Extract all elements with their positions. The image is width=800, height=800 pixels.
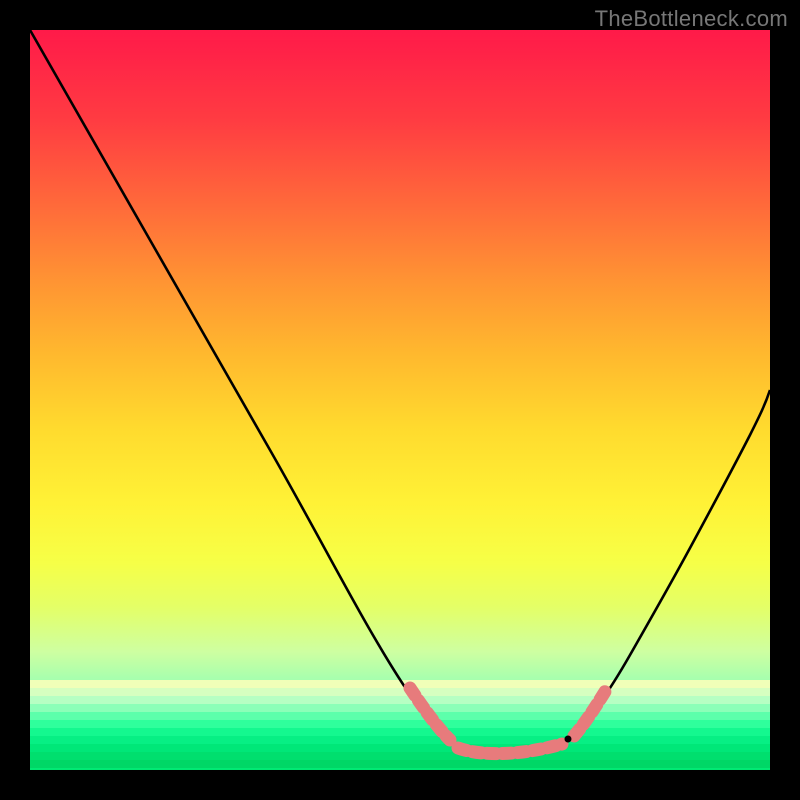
highlight-right-icon <box>574 690 606 736</box>
bottleneck-curve <box>30 30 770 754</box>
chart-svg <box>30 30 770 770</box>
highlight-bottom-icon <box>458 744 562 754</box>
chart-plot-area <box>30 30 770 770</box>
curve-marker-dot <box>565 736 572 743</box>
watermark-text: TheBottleneck.com <box>595 6 788 32</box>
chart-stage: TheBottleneck.com <box>0 0 800 800</box>
highlight-left-icon <box>410 688 450 740</box>
